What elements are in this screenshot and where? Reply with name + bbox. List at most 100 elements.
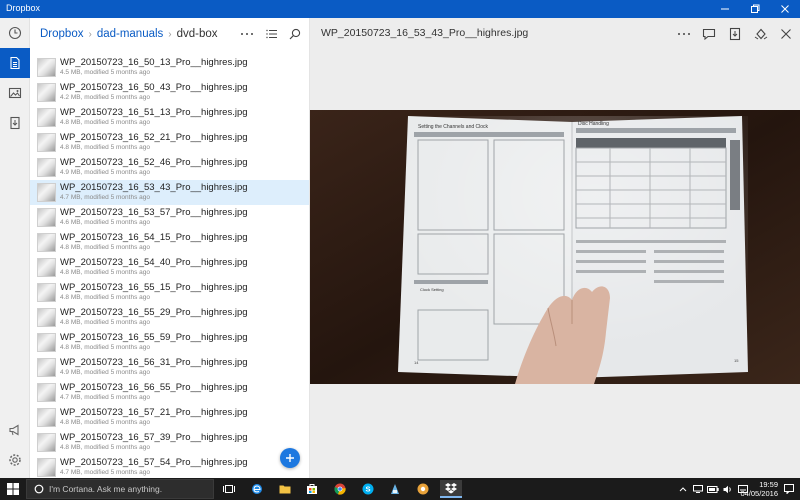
list-more-button[interactable]	[236, 24, 258, 44]
file-name: WP_20150723_16_57_21_Pro__highres.jpg	[60, 407, 248, 418]
navigation-rail	[0, 18, 30, 478]
manual-page-right: 15	[734, 358, 739, 363]
folder-icon	[279, 485, 291, 494]
rail-notifications-button[interactable]	[0, 415, 30, 445]
file-row[interactable]: WP_20150723_16_52_46_Pro__highres.jpg 4.9…	[30, 155, 309, 180]
rail-recent-button[interactable]	[0, 18, 30, 48]
preview-more-button[interactable]	[673, 24, 695, 44]
files-icon	[10, 56, 20, 70]
share-icon	[754, 28, 768, 40]
file-row[interactable]: WP_20150723_16_57_21_Pro__highres.jpg 4.8…	[30, 405, 309, 430]
taskbar-store[interactable]	[301, 480, 323, 498]
file-name: WP_20150723_16_55_15_Pro__highres.jpg	[60, 282, 248, 293]
share-button[interactable]	[750, 24, 772, 44]
taskbar-edge[interactable]	[246, 480, 268, 498]
breadcrumb-parent[interactable]: dad-manuals	[97, 28, 163, 40]
action-center-button[interactable]	[780, 480, 798, 498]
file-meta: 4.8 MB, modified 5 months ago	[60, 344, 150, 351]
maximize-button[interactable]	[740, 0, 770, 18]
taskbar-dropbox[interactable]	[440, 480, 462, 498]
rail-settings-button[interactable]	[0, 445, 30, 475]
file-name: WP_20150723_16_52_21_Pro__highres.jpg	[60, 132, 248, 143]
taskbar-app[interactable]	[384, 480, 406, 498]
skype-icon: S	[362, 483, 374, 495]
file-row[interactable]: WP_20150723_16_55_29_Pro__highres.jpg 4.8…	[30, 305, 309, 330]
tray-volume-button[interactable]	[721, 480, 735, 498]
file-row[interactable]: WP_20150723_16_57_54_Pro__highres.jpg 4.7…	[30, 455, 309, 478]
notifications-icon	[9, 424, 19, 436]
list-sort-button[interactable]	[261, 24, 283, 44]
file-row[interactable]: WP_20150723_16_56_31_Pro__highres.jpg 4.9…	[30, 355, 309, 380]
file-row[interactable]: WP_20150723_16_51_13_Pro__highres.jpg 4.8…	[30, 105, 309, 130]
rail-offline-button[interactable]	[0, 108, 30, 138]
file-row[interactable]: WP_20150723_16_55_59_Pro__highres.jpg 4.8…	[30, 330, 309, 355]
file-row[interactable]: WP_20150723_16_52_21_Pro__highres.jpg 4.8…	[30, 130, 309, 155]
export-button[interactable]	[724, 24, 746, 44]
file-thumbnail	[37, 383, 56, 402]
task-view-button[interactable]	[218, 480, 240, 498]
cortana-icon	[34, 484, 44, 494]
file-name: WP_20150723_16_54_40_Pro__highres.jpg	[60, 257, 248, 268]
restore-icon	[751, 4, 760, 13]
manual-page-left: 14	[414, 360, 419, 365]
close-icon	[781, 5, 789, 13]
file-row[interactable]: WP_20150723_16_54_40_Pro__highres.jpg 4.8…	[30, 255, 309, 280]
close-preview-button[interactable]	[775, 24, 797, 44]
network-icon	[693, 485, 703, 493]
file-row[interactable]: WP_20150723_16_53_57_Pro__highres.jpg 4.6…	[30, 205, 309, 230]
file-row[interactable]: WP_20150723_16_55_15_Pro__highres.jpg 4.8…	[30, 280, 309, 305]
tray-battery-button[interactable]	[706, 480, 720, 498]
file-list-pane: Dropbox › dad-manuals › dvd-box WP_20150…	[30, 18, 310, 478]
more-icon	[678, 33, 690, 35]
file-row[interactable]: WP_20150723_16_56_55_Pro__highres.jpg 4.7…	[30, 380, 309, 405]
file-row[interactable]: WP_20150723_16_53_43_Pro__highres.jpg 4.7…	[30, 180, 309, 205]
file-meta: 4.9 MB, modified 5 months ago	[60, 169, 150, 176]
window-title: Dropbox	[6, 3, 41, 13]
file-thumbnail	[37, 283, 56, 302]
offline-icon	[10, 116, 20, 130]
file-thumbnail	[37, 358, 56, 377]
file-row[interactable]: WP_20150723_16_50_13_Pro__highres.jpg 4.5…	[30, 55, 309, 80]
cortana-search-box[interactable]: I'm Cortana. Ask me anything.	[26, 479, 214, 499]
file-name: WP_20150723_16_57_39_Pro__highres.jpg	[60, 432, 248, 443]
breadcrumb: Dropbox › dad-manuals › dvd-box	[40, 26, 218, 42]
add-button[interactable]	[280, 448, 300, 468]
file-row[interactable]: WP_20150723_16_57_39_Pro__highres.jpg 4.8…	[30, 430, 309, 455]
start-button[interactable]	[2, 480, 24, 498]
file-meta: 4.2 MB, modified 5 months ago	[60, 94, 150, 101]
file-meta: 4.8 MB, modified 5 months ago	[60, 419, 150, 426]
rail-photos-button[interactable]	[0, 78, 30, 108]
clock-date: 04/05/2016	[740, 489, 778, 498]
file-name: WP_20150723_16_50_13_Pro__highres.jpg	[60, 57, 248, 68]
recent-icon	[8, 26, 22, 40]
tray-network-button[interactable]	[691, 480, 705, 498]
file-row[interactable]: WP_20150723_16_50_43_Pro__highres.jpg 4.2…	[30, 80, 309, 105]
file-thumbnail	[37, 308, 56, 327]
file-meta: 4.8 MB, modified 5 months ago	[60, 144, 150, 151]
minimize-button[interactable]	[710, 0, 740, 18]
list-search-button[interactable]	[284, 24, 306, 44]
export-icon	[729, 27, 741, 41]
taskbar-chrome[interactable]	[329, 480, 351, 498]
file-meta: 4.8 MB, modified 5 months ago	[60, 269, 150, 276]
file-thumbnail	[37, 133, 56, 152]
clock[interactable]: 19:59 04/05/2016	[740, 480, 778, 498]
tray-overflow-button[interactable]	[676, 480, 690, 498]
taskbar-app-2[interactable]	[412, 480, 434, 498]
settings-icon	[9, 454, 21, 466]
file-name: WP_20150723_16_51_13_Pro__highres.jpg	[60, 107, 248, 118]
file-row[interactable]: WP_20150723_16_54_15_Pro__highres.jpg 4.8…	[30, 230, 309, 255]
file-meta: 4.7 MB, modified 5 months ago	[60, 194, 150, 201]
file-name: WP_20150723_16_54_15_Pro__highres.jpg	[60, 232, 248, 243]
comment-button[interactable]	[698, 24, 720, 44]
rail-files-button[interactable]	[0, 48, 30, 78]
taskbar-skype[interactable]: S	[357, 480, 379, 498]
taskbar-file-explorer[interactable]	[274, 480, 296, 498]
breadcrumb-root[interactable]: Dropbox	[40, 28, 83, 40]
file-name: WP_20150723_16_55_59_Pro__highres.jpg	[60, 332, 248, 343]
action-center-icon	[784, 484, 794, 494]
close-window-button[interactable]	[770, 0, 800, 18]
file-meta: 4.7 MB, modified 5 months ago	[60, 469, 150, 476]
breadcrumb-current: dvd-box	[176, 28, 218, 40]
dropbox-icon	[445, 483, 457, 494]
